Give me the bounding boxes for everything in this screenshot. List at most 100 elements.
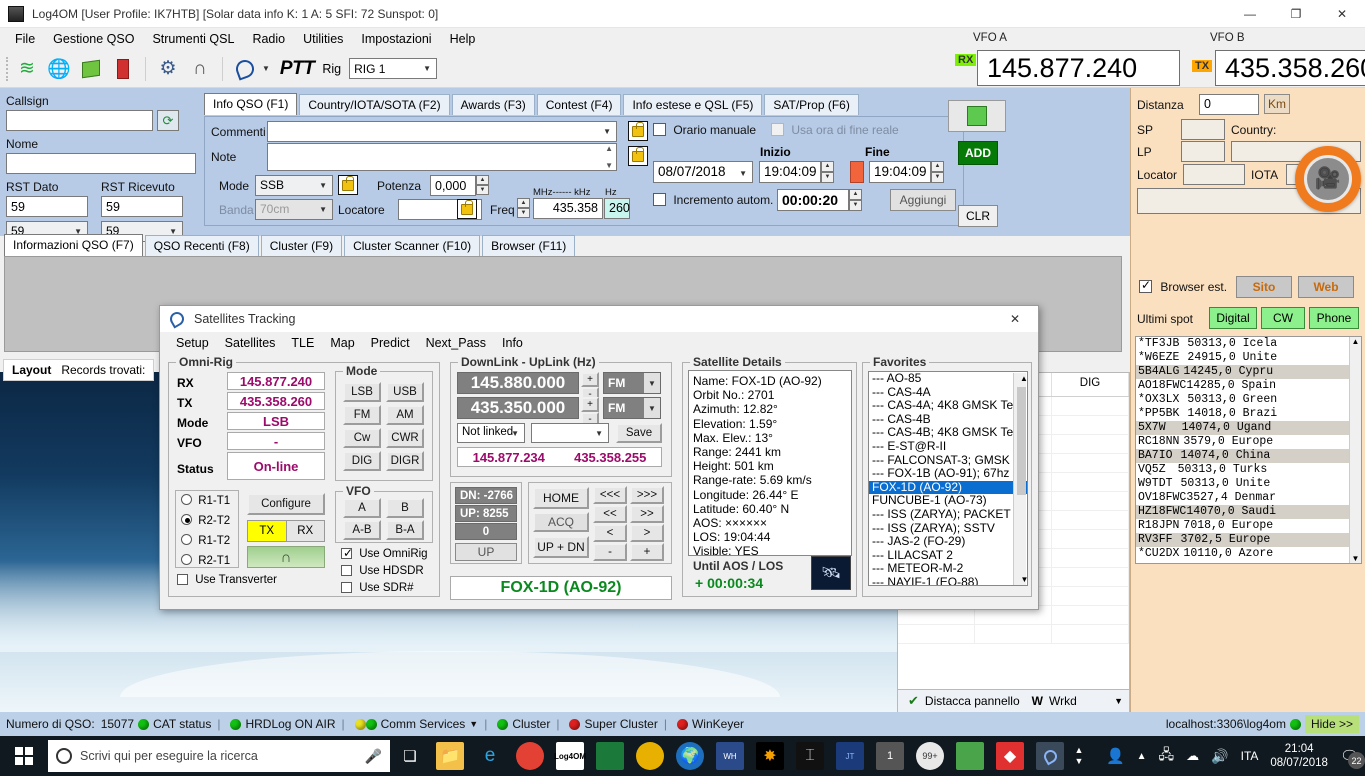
- list-item[interactable]: --- CAS-4A; 4K8 GMSK Tele: [869, 399, 1027, 413]
- clr-button[interactable]: CLR: [958, 205, 998, 227]
- list-item[interactable]: *PP5BK 14018,0 Brazi: [1136, 407, 1361, 421]
- list-item[interactable]: --- CAS-4B; 4K8 GMSK Tele: [869, 426, 1027, 440]
- satmenu-setup[interactable]: Setup: [168, 334, 217, 352]
- webcam-badge[interactable]: 🎥: [1295, 146, 1361, 212]
- tab-cluster[interactable]: Cluster (F9): [260, 235, 343, 256]
- taskbar-wsjt[interactable]: WH: [710, 736, 750, 776]
- chevron-up-icon[interactable]: ▲: [1137, 751, 1147, 762]
- commenti-lock-button[interactable]: [628, 121, 648, 141]
- taskbar-edge[interactable]: e: [470, 736, 510, 776]
- vfo-a-value[interactable]: 145.877.240: [977, 50, 1180, 86]
- up-button[interactable]: UP: [455, 543, 517, 561]
- callsign-input[interactable]: [6, 110, 153, 131]
- locatore-lock-button[interactable]: [457, 199, 477, 219]
- taskbar-clock[interactable]: 21:04 08/07/2018: [1270, 742, 1328, 770]
- freq-input[interactable]: 435.358: [533, 198, 603, 219]
- uplink-frequency[interactable]: 435.350.000: [457, 397, 579, 419]
- nudge-plus-button[interactable]: +: [630, 543, 664, 561]
- start-button[interactable]: [0, 736, 48, 776]
- spot-filter-cw[interactable]: CW: [1261, 307, 1305, 329]
- incremento-input[interactable]: 00:00:20: [777, 189, 849, 211]
- list-item[interactable]: W9TDT 50313,0 Unite: [1136, 477, 1361, 491]
- nudge-right-slow-button[interactable]: >: [630, 524, 664, 542]
- use-hdsdr-row[interactable]: Use HDSDR: [341, 565, 424, 577]
- tx-button[interactable]: TX: [248, 521, 286, 541]
- nudge-minus-button[interactable]: -: [593, 543, 627, 561]
- taskbar-globe-app[interactable]: 🌍: [670, 736, 710, 776]
- taskbar-tower-app[interactable]: ⌶: [790, 736, 830, 776]
- list-item[interactable]: HZ18FWC14070,0 Saudi: [1136, 505, 1361, 519]
- vfo-b-value[interactable]: 435.358.260: [1215, 50, 1365, 86]
- table-row[interactable]: [898, 625, 1129, 644]
- taskbar-search[interactable]: Scrivi qui per eseguire la ricerca 🎤: [48, 740, 390, 772]
- date-select[interactable]: 08/07/2018 ▼: [653, 161, 753, 183]
- note-input[interactable]: ▲ ▼: [267, 143, 617, 171]
- list-item[interactable]: AO18FWC14285,0 Spain: [1136, 379, 1361, 393]
- spot-filter-phone[interactable]: Phone: [1309, 307, 1359, 329]
- mode-dig-button[interactable]: DIG: [343, 451, 381, 471]
- downlink-plus-button[interactable]: +: [581, 372, 599, 387]
- nome-input[interactable]: [6, 153, 196, 174]
- vfo-b-button[interactable]: B: [386, 498, 424, 518]
- web-button[interactable]: Web: [1298, 276, 1354, 298]
- list-item[interactable]: --- FOX-1B (AO-91); 67hz C: [869, 467, 1027, 481]
- note-lock-button[interactable]: [628, 146, 648, 166]
- notification-center-button[interactable]: 🗨 22: [1340, 747, 1365, 769]
- spots-list[interactable]: *TF3JB 50313,0 Icela *W6EZE 24915,0 Unite …: [1135, 336, 1362, 564]
- people-icon[interactable]: 👤: [1106, 747, 1125, 765]
- ptt-button[interactable]: PTT: [280, 58, 315, 80]
- satellites-close-button[interactable]: ✕: [992, 306, 1038, 332]
- winkeyer-label[interactable]: WinKeyer: [692, 717, 744, 731]
- list-item[interactable]: --- LILACSAT 2: [869, 548, 1027, 563]
- chevron-down-icon[interactable]: ▼: [1114, 696, 1123, 706]
- spots-scrollbar[interactable]: ▲ ▼: [1349, 337, 1361, 563]
- list-item[interactable]: --- ISS (ZARYA); SSTV: [869, 521, 1027, 536]
- freq-stepper[interactable]: ▲ ▼: [517, 198, 530, 218]
- book-icon[interactable]: [76, 54, 106, 84]
- list-item[interactable]: R18JPN 7018,0 Europe: [1136, 519, 1361, 533]
- cluster-label[interactable]: Cluster: [512, 717, 550, 731]
- nudge-left-fast-button[interactable]: <<<: [593, 486, 627, 504]
- rst-ricevuto-input[interactable]: [101, 196, 183, 217]
- downlink-stepper[interactable]: + -: [581, 372, 599, 402]
- mode-select[interactable]: SSB ▼: [255, 175, 333, 196]
- menu-utilities[interactable]: Utilities: [294, 29, 352, 49]
- taskbar-satellite-app[interactable]: [1030, 736, 1070, 776]
- sito-button[interactable]: Sito: [1236, 276, 1292, 298]
- list-item[interactable]: --- AO-85: [869, 372, 1027, 386]
- tab-sat-prop[interactable]: SAT/Prop (F6): [764, 94, 859, 115]
- chevron-down-icon[interactable]: ▼: [1017, 574, 1027, 585]
- freq-hz-input[interactable]: 260: [604, 198, 630, 219]
- globe-icon[interactable]: 🌐: [44, 54, 74, 84]
- list-item[interactable]: BA7IO 14074,0 China: [1136, 449, 1361, 463]
- list-item[interactable]: --- JAS-2 (FO-29): [869, 535, 1027, 549]
- list-item[interactable]: RV3FF 3702,5 Europe: [1136, 533, 1361, 547]
- transponder-select[interactable]: ▼: [531, 423, 609, 443]
- tx-rx-toggle[interactable]: TX RX: [247, 520, 325, 542]
- list-item[interactable]: FUNCUBE-1 (AO-73): [869, 494, 1027, 508]
- network-icon[interactable]: 🖧: [1159, 744, 1175, 768]
- nudge-right-fast-button[interactable]: >>>: [630, 486, 664, 504]
- hide-button[interactable]: Hide >>: [1304, 715, 1359, 733]
- orario-manuale-checkbox[interactable]: [653, 123, 666, 136]
- list-item[interactable]: *CU2DX 10110,0 Azore: [1136, 547, 1361, 561]
- callsign-lookup-globe-icon[interactable]: ⟳: [157, 110, 179, 131]
- taskbar-red-app[interactable]: ◆: [990, 736, 1030, 776]
- taskbar-file-explorer[interactable]: 📁: [430, 736, 470, 776]
- minimize-button[interactable]: —: [1227, 0, 1273, 28]
- scrollbar-thumb[interactable]: [1017, 387, 1026, 495]
- favorites-scrollbar[interactable]: ▲ ▼: [1013, 373, 1027, 585]
- radio-r2t1[interactable]: R2-T1: [181, 554, 230, 567]
- taskbar-log4om[interactable]: Log4OM: [550, 736, 590, 776]
- vfo-ab-button[interactable]: A-B: [343, 520, 381, 540]
- wifi-icon[interactable]: ≋: [12, 54, 42, 84]
- list-item[interactable]: *OX3LX 50313,0 Green: [1136, 393, 1361, 407]
- headset-icon[interactable]: ∩: [185, 54, 215, 84]
- use-omnirig-checkbox[interactable]: [341, 546, 353, 560]
- chevron-up-icon[interactable]: ▲: [1017, 373, 1027, 385]
- mode-usb-button[interactable]: USB: [386, 382, 424, 402]
- distanza-input[interactable]: 0: [1199, 94, 1259, 115]
- cat-status-label[interactable]: CAT status: [153, 717, 211, 731]
- radio-r2t2[interactable]: R2-T2: [181, 514, 230, 527]
- list-item[interactable]: RC18NN 3579,0 Europe: [1136, 435, 1361, 449]
